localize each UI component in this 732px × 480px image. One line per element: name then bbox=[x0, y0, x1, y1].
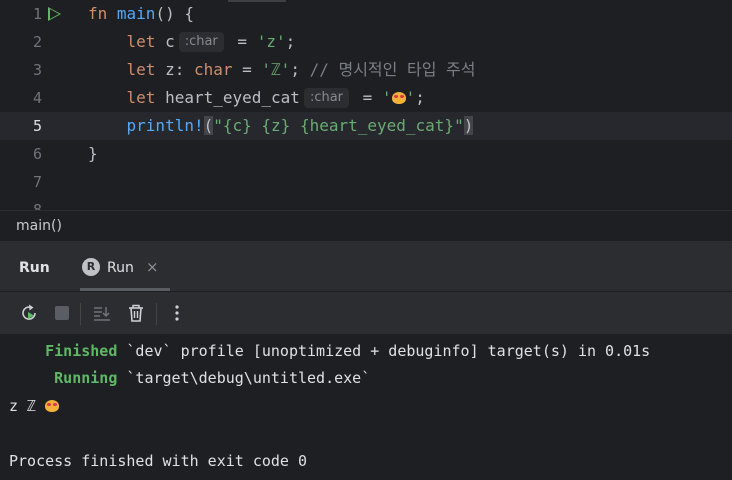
more-options-button[interactable] bbox=[164, 300, 190, 326]
line-number: 3 bbox=[32, 61, 42, 79]
function-name: main bbox=[116, 4, 156, 23]
operator: = bbox=[232, 60, 262, 79]
type-hint: :char bbox=[178, 32, 224, 52]
run-tool-window: Run Run × bbox=[0, 241, 732, 480]
status-word: Running bbox=[54, 369, 118, 387]
ide-window: 1 fn main() { 2 let c:char = 'z'; 3 let … bbox=[0, 0, 732, 480]
string-quote: " bbox=[454, 116, 464, 135]
run-gutter-icon[interactable] bbox=[48, 7, 61, 21]
exit-message: Process finished with exit code 0 bbox=[9, 452, 308, 470]
console-output[interactable]: Finished `dev` profile [unoptimized + de… bbox=[0, 334, 732, 480]
string-literal: 'z' bbox=[256, 32, 286, 51]
code-text[interactable]: let c:char = 'z'; bbox=[88, 28, 295, 56]
console-line: Process finished with exit code 0 bbox=[9, 447, 307, 475]
heart-eyed-cat-emoji-icon bbox=[391, 92, 406, 104]
variable: z: bbox=[155, 60, 194, 79]
heart-eyed-cat-emoji-icon bbox=[45, 400, 60, 412]
code-text[interactable]: let heart_eyed_cat:char = ' '; bbox=[88, 84, 425, 112]
string-quote: ' bbox=[405, 88, 416, 107]
tab-label: Run bbox=[107, 260, 134, 276]
console-line: Running `target\debug\untitled.exe` bbox=[9, 364, 370, 392]
code-text[interactable]: } bbox=[88, 140, 98, 168]
breadcrumb[interactable]: main() bbox=[16, 211, 62, 242]
line-number: 7 bbox=[32, 173, 42, 191]
line-number: 8 bbox=[32, 201, 42, 210]
console-line: Finished `dev` profile [unoptimized + de… bbox=[9, 337, 650, 365]
code-line[interactable]: 7 bbox=[0, 168, 732, 196]
type-name: char bbox=[193, 60, 233, 79]
trash-icon bbox=[129, 304, 143, 322]
code-text[interactable]: println!("{c} {z} {heart_eyed_cat}") bbox=[88, 112, 474, 140]
tab-run[interactable]: Run × bbox=[76, 241, 174, 291]
scroll-to-end-button[interactable] bbox=[89, 300, 115, 326]
tool-window-title: Run bbox=[19, 260, 50, 276]
line-number: 6 bbox=[32, 145, 42, 163]
stop-icon bbox=[55, 306, 69, 320]
tab-underline bbox=[80, 288, 170, 291]
variable: heart_eyed_cat bbox=[155, 88, 300, 107]
punctuation: ; bbox=[290, 60, 310, 79]
code-line[interactable]: 2 let c:char = 'z'; bbox=[0, 28, 732, 56]
code-line[interactable]: 4 let heart_eyed_cat:char = ' '; bbox=[0, 84, 732, 112]
clear-console-button[interactable] bbox=[123, 300, 149, 326]
toolbar-separator bbox=[156, 303, 157, 325]
close-icon[interactable]: × bbox=[146, 241, 159, 293]
punctuation: () { bbox=[155, 4, 194, 23]
format-string: {c} {z} {heart_eyed_cat} bbox=[222, 116, 455, 135]
code-line-current[interactable]: 5 println!("{c} {z} {heart_eyed_cat}") bbox=[0, 112, 732, 140]
paren-match: ( bbox=[203, 116, 214, 135]
line-number: 4 bbox=[32, 89, 42, 107]
string-quote: ' bbox=[381, 88, 392, 107]
comment: // 명시적인 타입 주석 bbox=[309, 60, 476, 79]
type-hint: :char bbox=[303, 88, 350, 108]
string-quote: " bbox=[213, 116, 223, 135]
line-number: 1 bbox=[32, 5, 42, 23]
punctuation: ; bbox=[285, 32, 296, 51]
code-editor[interactable]: 1 fn main() { 2 let c:char = 'z'; 3 let … bbox=[0, 0, 732, 210]
more-icon bbox=[175, 305, 179, 321]
console-text: `dev` profile [unoptimized + debuginfo] … bbox=[117, 342, 651, 360]
keyword: let bbox=[126, 88, 156, 107]
code-line[interactable]: 6 } bbox=[0, 140, 732, 168]
keyword: let bbox=[126, 60, 156, 79]
toolbar-separator bbox=[80, 303, 81, 325]
program-output: z ℤ bbox=[9, 397, 46, 415]
run-toolbar bbox=[0, 292, 732, 334]
string-literal: 'ℤ' bbox=[261, 60, 291, 79]
console-line: z ℤ bbox=[9, 392, 60, 420]
code-text[interactable]: fn main() { bbox=[88, 0, 194, 28]
line-number: 5 bbox=[32, 117, 42, 135]
keyword: let bbox=[126, 32, 156, 51]
breadcrumb-bar: main() bbox=[0, 210, 732, 241]
rerun-button[interactable] bbox=[16, 300, 42, 326]
line-number: 2 bbox=[32, 33, 42, 51]
code-text[interactable]: let z: char = 'ℤ'; // 명시적인 타입 주석 bbox=[88, 56, 476, 84]
macro-name: println! bbox=[126, 116, 204, 135]
code-line[interactable]: 3 let z: char = 'ℤ'; // 명시적인 타입 주석 bbox=[0, 56, 732, 84]
paren-match: ) bbox=[463, 116, 474, 135]
tool-window-header: Run Run × bbox=[0, 241, 732, 292]
variable: c bbox=[155, 32, 175, 51]
stop-button[interactable] bbox=[49, 300, 75, 326]
rust-icon bbox=[82, 258, 100, 276]
closing-brace: } bbox=[88, 144, 98, 163]
operator: = bbox=[227, 32, 257, 51]
console-text: `target\debug\untitled.exe` bbox=[117, 369, 371, 387]
scroll-to-end-icon bbox=[94, 307, 110, 321]
rerun-icon bbox=[22, 304, 36, 320]
code-line[interactable]: 1 fn main() { bbox=[0, 0, 732, 28]
punctuation: ; bbox=[415, 88, 425, 107]
operator: = bbox=[353, 88, 382, 107]
keyword: fn bbox=[88, 4, 108, 23]
code-line[interactable]: 8 bbox=[0, 196, 732, 210]
status-word: Finished bbox=[45, 342, 118, 360]
